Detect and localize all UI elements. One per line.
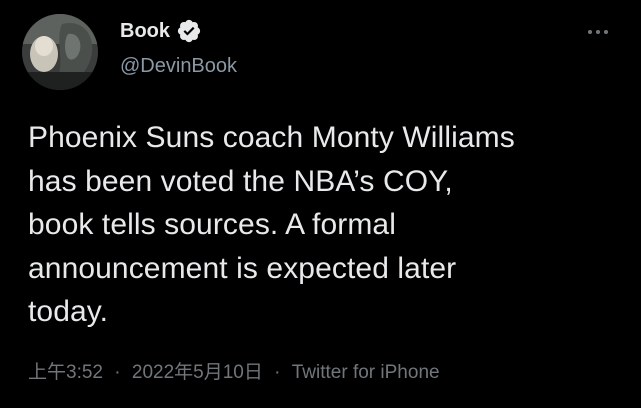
tweet-date[interactable]: 2022年5月10日 [132, 362, 263, 383]
tweet-time[interactable]: 上午3:52 [28, 362, 103, 383]
author-name-row[interactable]: Book [120, 18, 202, 44]
meta-separator: · [274, 362, 281, 383]
more-options-icon [588, 30, 608, 34]
more-options-button[interactable] [583, 20, 613, 44]
author-handle[interactable]: @DevinBook [120, 53, 237, 79]
tweet-meta: 上午3:52 · 2022年5月10日 · Twitter for iPhone [28, 360, 440, 386]
tweet-source[interactable]: Twitter for iPhone [292, 362, 440, 383]
verified-badge-icon [176, 18, 202, 44]
tweet: Book @DevinBook Phoenix Suns coach Monty… [0, 0, 641, 408]
meta-separator: · [114, 362, 121, 383]
tweet-text: Phoenix Suns coach Monty Williams has be… [28, 121, 515, 328]
author-display-name[interactable]: Book [120, 18, 170, 44]
avatar[interactable] [22, 14, 98, 90]
avatar-image [22, 14, 98, 90]
